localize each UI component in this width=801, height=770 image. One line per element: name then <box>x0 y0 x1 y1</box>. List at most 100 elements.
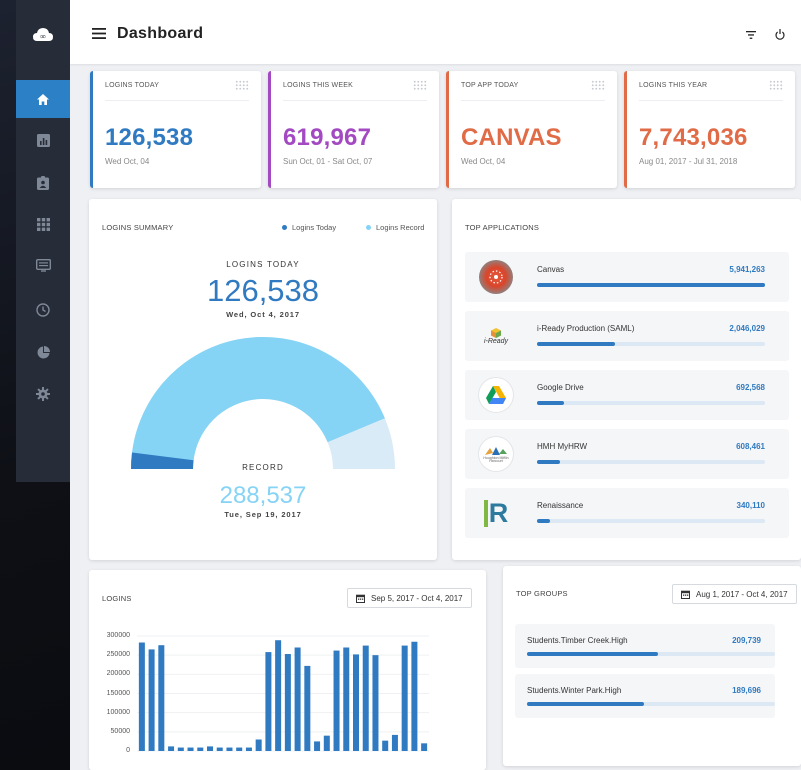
cloud-logo-icon[interactable]: ∞ <box>32 26 54 42</box>
chart-bar[interactable] <box>401 645 408 751</box>
chart-bar[interactable] <box>304 665 311 751</box>
app-progress-fill <box>537 342 616 346</box>
chart-bar[interactable] <box>177 747 184 751</box>
home-icon <box>37 93 49 105</box>
app-row-iready[interactable]: i-Ready i-Ready Production (SAML) 2,046,… <box>465 311 789 361</box>
divider <box>105 100 249 101</box>
groups-date-range-button[interactable]: Aug 1, 2017 - Oct 4, 2017 <box>672 584 797 604</box>
app-value: 340,110 <box>736 501 765 510</box>
sidebar-item-analytics[interactable] <box>16 333 70 371</box>
chart-bar[interactable] <box>391 734 398 751</box>
app-row-renaissance[interactable]: R Renaissance 340,110 <box>465 488 789 538</box>
chart-bar[interactable] <box>236 747 243 751</box>
drag-handle-icon[interactable] <box>235 80 249 90</box>
app-progress-fill <box>537 460 561 464</box>
stat-value: 126,538 <box>105 124 194 151</box>
logins-bar-chart <box>137 635 429 752</box>
date-range-label: Aug 1, 2017 - Oct 4, 2017 <box>696 589 788 599</box>
top-groups-card: TOP GROUPS Aug 1, 2017 - Oct 4, 2017 Stu… <box>503 566 801 766</box>
sidebar-item-apps[interactable] <box>16 205 70 243</box>
drag-handle-icon[interactable] <box>413 80 427 90</box>
chart-bar[interactable] <box>372 655 379 751</box>
app-row-canvas[interactable]: Canvas 5,941,263 <box>465 252 789 302</box>
hamburger-menu-icon[interactable] <box>92 28 106 39</box>
top-applications-card: TOP APPLICATIONS Canvas 5,941,263 i-Read… <box>452 199 801 560</box>
app-progress-track <box>537 401 765 405</box>
group-value: 209,739 <box>732 636 761 645</box>
chart-bar[interactable] <box>138 642 145 751</box>
app-value: 2,046,029 <box>729 324 765 333</box>
app-value: 608,461 <box>736 442 765 451</box>
sidebar-item-settings[interactable] <box>16 375 70 413</box>
id-badge-icon <box>37 176 49 190</box>
chart-bar[interactable] <box>382 740 389 751</box>
chart-bar[interactable] <box>421 743 428 751</box>
group-row-timber-creek[interactable]: Students.Timber Creek.High 209,739 <box>515 624 775 668</box>
power-icon[interactable] <box>775 29 785 40</box>
app-name: HMH MyHRW <box>537 442 588 451</box>
chart-bar[interactable] <box>148 649 155 751</box>
app-name: Renaissance <box>537 501 584 510</box>
sidebar-item-badge[interactable] <box>16 164 70 202</box>
sidebar-item-history[interactable] <box>16 291 70 329</box>
stat-label: LOGINS THIS YEAR <box>639 82 708 89</box>
app-row-google-drive[interactable]: Google Drive 692,568 <box>465 370 789 420</box>
group-value: 189,696 <box>732 686 761 695</box>
chart-bar[interactable] <box>343 647 350 752</box>
logins-summary-card: LOGINS SUMMARY Logins Today Logins Recor… <box>89 199 437 560</box>
monitor-icon <box>35 258 51 272</box>
gear-icon <box>36 387 50 401</box>
chart-bar[interactable] <box>353 654 359 751</box>
group-name: Students.Winter Park.High <box>527 686 622 695</box>
divider <box>461 100 605 101</box>
drag-handle-icon[interactable] <box>769 80 783 90</box>
group-progress-fill <box>527 652 659 656</box>
clock-icon <box>36 303 50 317</box>
main-content: Dashboard LOGINS TODAY 126,538 Wed Oct, … <box>70 0 801 770</box>
chart-bar[interactable] <box>197 747 204 751</box>
gauge-record-value: 288,537 <box>219 482 307 509</box>
app-progress-fill <box>537 283 765 287</box>
group-row-winter-park[interactable]: Students.Winter Park.High 189,696 <box>515 674 775 718</box>
app-name: Canvas <box>537 265 565 274</box>
group-name: Students.Timber Creek.High <box>527 636 628 645</box>
stat-card-logins-today: LOGINS TODAY 126,538 Wed Oct, 04 <box>90 71 261 188</box>
sidebar-item-home[interactable] <box>16 80 70 118</box>
chart-bar[interactable] <box>265 652 272 751</box>
gauge-record-date: Tue, Sep 19, 2017 <box>224 510 302 519</box>
page-title: Dashboard <box>117 25 204 42</box>
app-value: 5,941,263 <box>729 265 765 274</box>
sidebar: ∞ <box>16 0 70 482</box>
chart-bar[interactable] <box>245 747 252 751</box>
google-drive-logo-icon <box>479 378 513 412</box>
chart-bar[interactable] <box>275 640 282 751</box>
chart-bar[interactable] <box>284 654 291 751</box>
chart-bar[interactable] <box>314 741 321 751</box>
sidebar-item-reports[interactable] <box>16 121 70 159</box>
group-progress-track <box>527 702 775 706</box>
top-bar: Dashboard <box>70 0 801 64</box>
chart-bar[interactable] <box>255 739 262 752</box>
stat-value: 7,743,036 <box>639 124 748 151</box>
app-progress-track <box>537 342 765 346</box>
chart-bar[interactable] <box>333 650 340 751</box>
chart-bar[interactable] <box>216 747 223 751</box>
chart-bar[interactable] <box>294 647 301 752</box>
section-title: TOP APPLICATIONS <box>465 223 540 232</box>
chart-bar[interactable] <box>226 747 233 751</box>
filter-icon[interactable] <box>746 31 756 39</box>
sidebar-item-monitor[interactable] <box>16 246 70 284</box>
divider <box>639 100 783 101</box>
stat-value: CANVAS <box>461 124 562 151</box>
chart-bar[interactable] <box>168 746 175 751</box>
drag-handle-icon[interactable] <box>591 80 605 90</box>
chart-bar[interactable] <box>207 746 213 751</box>
stat-date: Aug 01, 2017 - Jul 31, 2018 <box>639 157 738 166</box>
app-row-hmh[interactable]: Houghton Mifflin Harcourt HMH MyHRW 608,… <box>465 429 789 479</box>
chart-bar[interactable] <box>158 645 165 751</box>
chart-bar[interactable] <box>323 735 330 751</box>
chart-bar[interactable] <box>187 747 194 751</box>
chart-bar[interactable] <box>411 641 418 751</box>
chart-bar[interactable] <box>362 645 369 751</box>
app-progress-track <box>537 519 765 523</box>
